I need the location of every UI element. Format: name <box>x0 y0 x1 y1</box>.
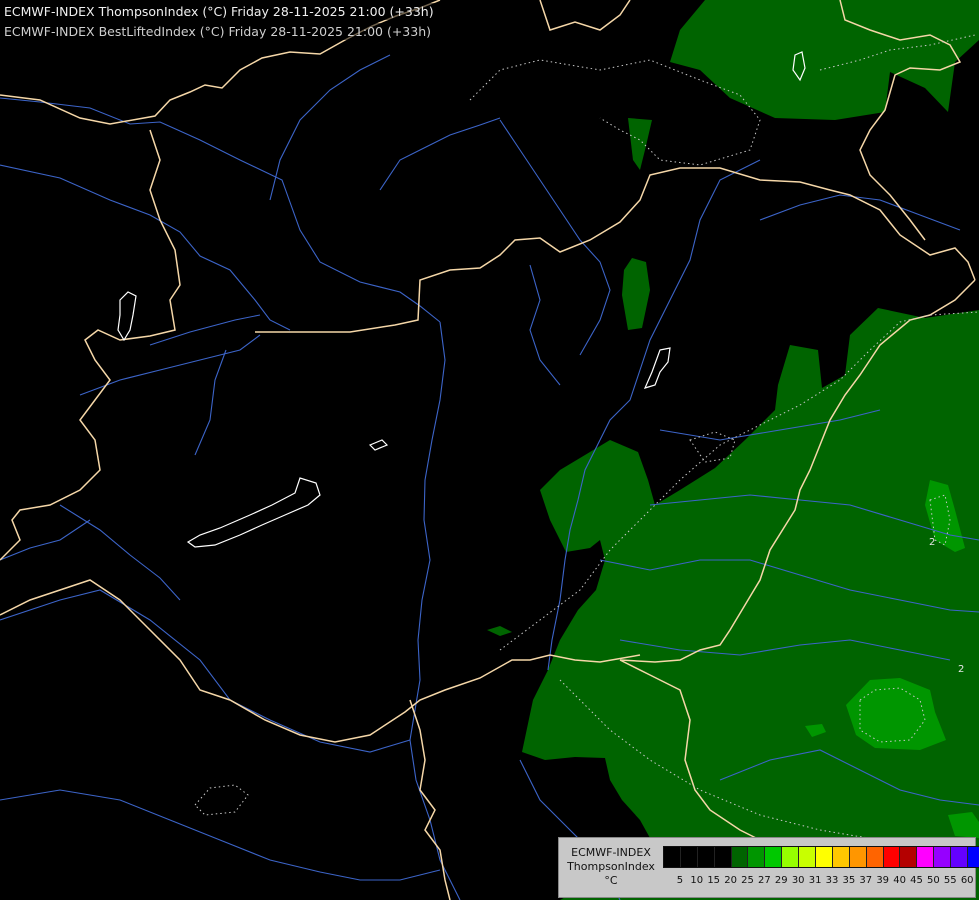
legend-swatch <box>866 847 884 867</box>
legend-tick-label: 29 <box>774 875 788 886</box>
map-title-best-lifted-index: ECMWF-INDEX BestLiftedIndex (°C) Friday … <box>0 23 436 40</box>
weather-map: 2 2 <box>0 0 979 900</box>
legend-parameter: ThompsonIndex <box>567 860 655 873</box>
legend-swatch <box>680 847 698 867</box>
legend-tick-label: 27 <box>758 875 771 886</box>
legend-tick-label: 60 <box>960 875 974 886</box>
legend-tick-label: 39 <box>876 875 890 886</box>
legend-swatch <box>731 847 749 867</box>
legend-swatch <box>782 847 800 867</box>
legend-swatch <box>664 847 681 867</box>
legend-swatch <box>799 847 817 867</box>
legend-swatch <box>832 847 850 867</box>
legend-tick-label: 45 <box>910 875 923 886</box>
legend-tick-label: 30 <box>791 875 805 886</box>
legend-swatch <box>951 847 969 867</box>
legend-tick-label: 15 <box>707 875 721 886</box>
legend-swatch <box>765 847 783 867</box>
legend-swatch <box>883 847 901 867</box>
legend-swatch <box>816 847 833 867</box>
legend-swatch <box>934 847 952 867</box>
legend-color-bar <box>663 846 979 868</box>
legend-tick-label: 20 <box>724 875 737 886</box>
legend-unit: °C <box>604 874 618 887</box>
color-legend: ECMWF-INDEX ThompsonIndex °C 5 10 15 20 25 27… <box>558 837 979 898</box>
legend-swatch <box>968 847 979 867</box>
legend-swatch <box>748 847 766 867</box>
legend-model: ECMWF-INDEX <box>571 846 651 859</box>
contour-label: 2 <box>929 537 935 548</box>
contour-label: 2 <box>958 664 964 675</box>
legend-tick-label: 31 <box>808 875 822 886</box>
legend-tick-label: 55 <box>943 875 957 886</box>
legend-tick-label: 50 <box>927 875 940 886</box>
legend-swatch <box>697 847 715 867</box>
legend-tick-label: 10 <box>690 875 704 886</box>
legend-tick-label: 37 <box>859 875 873 886</box>
legend-swatch <box>714 847 732 867</box>
legend-tick-label: 35 <box>842 875 856 886</box>
legend-swatch <box>849 847 867 867</box>
legend-tick-labels: 5 10 15 20 25 27 29 30 31 33 35 37 39 40 45 50 55 60 <box>663 875 974 889</box>
legend-tick-label: 5 <box>676 875 684 886</box>
legend-swatch <box>917 847 935 867</box>
legend-swatch <box>900 847 918 867</box>
map-title-thompson-index: ECMWF-INDEX ThompsonIndex (°C) Friday 28… <box>0 3 438 20</box>
legend-label: ECMWF-INDEX ThompsonIndex °C <box>563 846 659 888</box>
legend-tick-label: 25 <box>741 875 754 886</box>
legend-tick-label: 33 <box>825 875 839 886</box>
legend-tick-label: 40 <box>893 875 906 886</box>
